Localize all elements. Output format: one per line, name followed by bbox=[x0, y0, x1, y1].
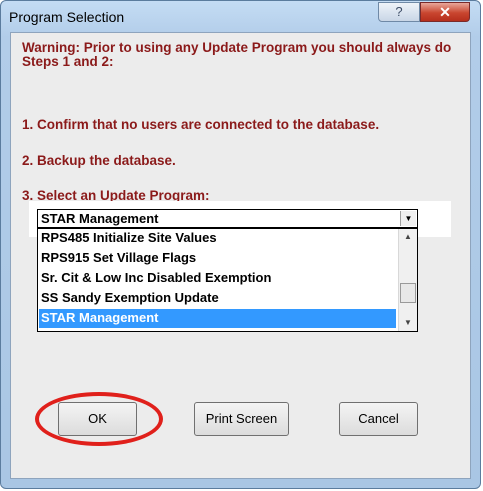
title-bar[interactable]: Program Selection ? ✕ bbox=[1, 1, 480, 31]
ok-highlight-circle bbox=[35, 392, 163, 446]
list-item[interactable]: Sr. Cit & Low Inc Disabled Exemption bbox=[39, 269, 396, 288]
window-title: Program Selection bbox=[9, 9, 125, 25]
step-2-text: 2. Backup the database. bbox=[22, 153, 176, 168]
list-item[interactable]: RPS915 Set Village Flags bbox=[39, 249, 396, 268]
cancel-button[interactable]: Cancel bbox=[339, 402, 418, 436]
chevron-down-icon[interactable]: ▼ bbox=[400, 211, 416, 226]
question-icon: ? bbox=[395, 4, 403, 19]
scroll-up-icon[interactable]: ▲ bbox=[399, 229, 417, 245]
help-button[interactable]: ? bbox=[378, 2, 420, 22]
scroll-thumb[interactable] bbox=[400, 283, 416, 303]
program-dropdown[interactable]: STAR Management ▼ bbox=[37, 209, 418, 228]
warning-text: Warning: Prior to using any Update Progr… bbox=[22, 40, 452, 69]
close-icon: ✕ bbox=[439, 4, 451, 20]
scroll-down-icon[interactable]: ▼ bbox=[399, 315, 417, 331]
close-button[interactable]: ✕ bbox=[420, 2, 470, 22]
list-item[interactable]: RPS485 Initialize Site Values bbox=[39, 229, 396, 248]
print-screen-button[interactable]: Print Screen bbox=[194, 402, 289, 436]
step-1-text: 1. Confirm that no users are connected t… bbox=[22, 117, 380, 132]
dropdown-value: STAR Management bbox=[41, 211, 159, 226]
list-item-selected[interactable]: STAR Management bbox=[39, 309, 396, 328]
list-item[interactable]: SS Sandy Exemption Update bbox=[39, 289, 396, 308]
list-scrollbar[interactable]: ▲ ▼ bbox=[398, 229, 417, 331]
program-list[interactable]: RPS485 Initialize Site Values RPS915 Set… bbox=[37, 228, 418, 332]
program-selection-dialog: Program Selection ? ✕ Warning: Prior to … bbox=[0, 0, 481, 489]
